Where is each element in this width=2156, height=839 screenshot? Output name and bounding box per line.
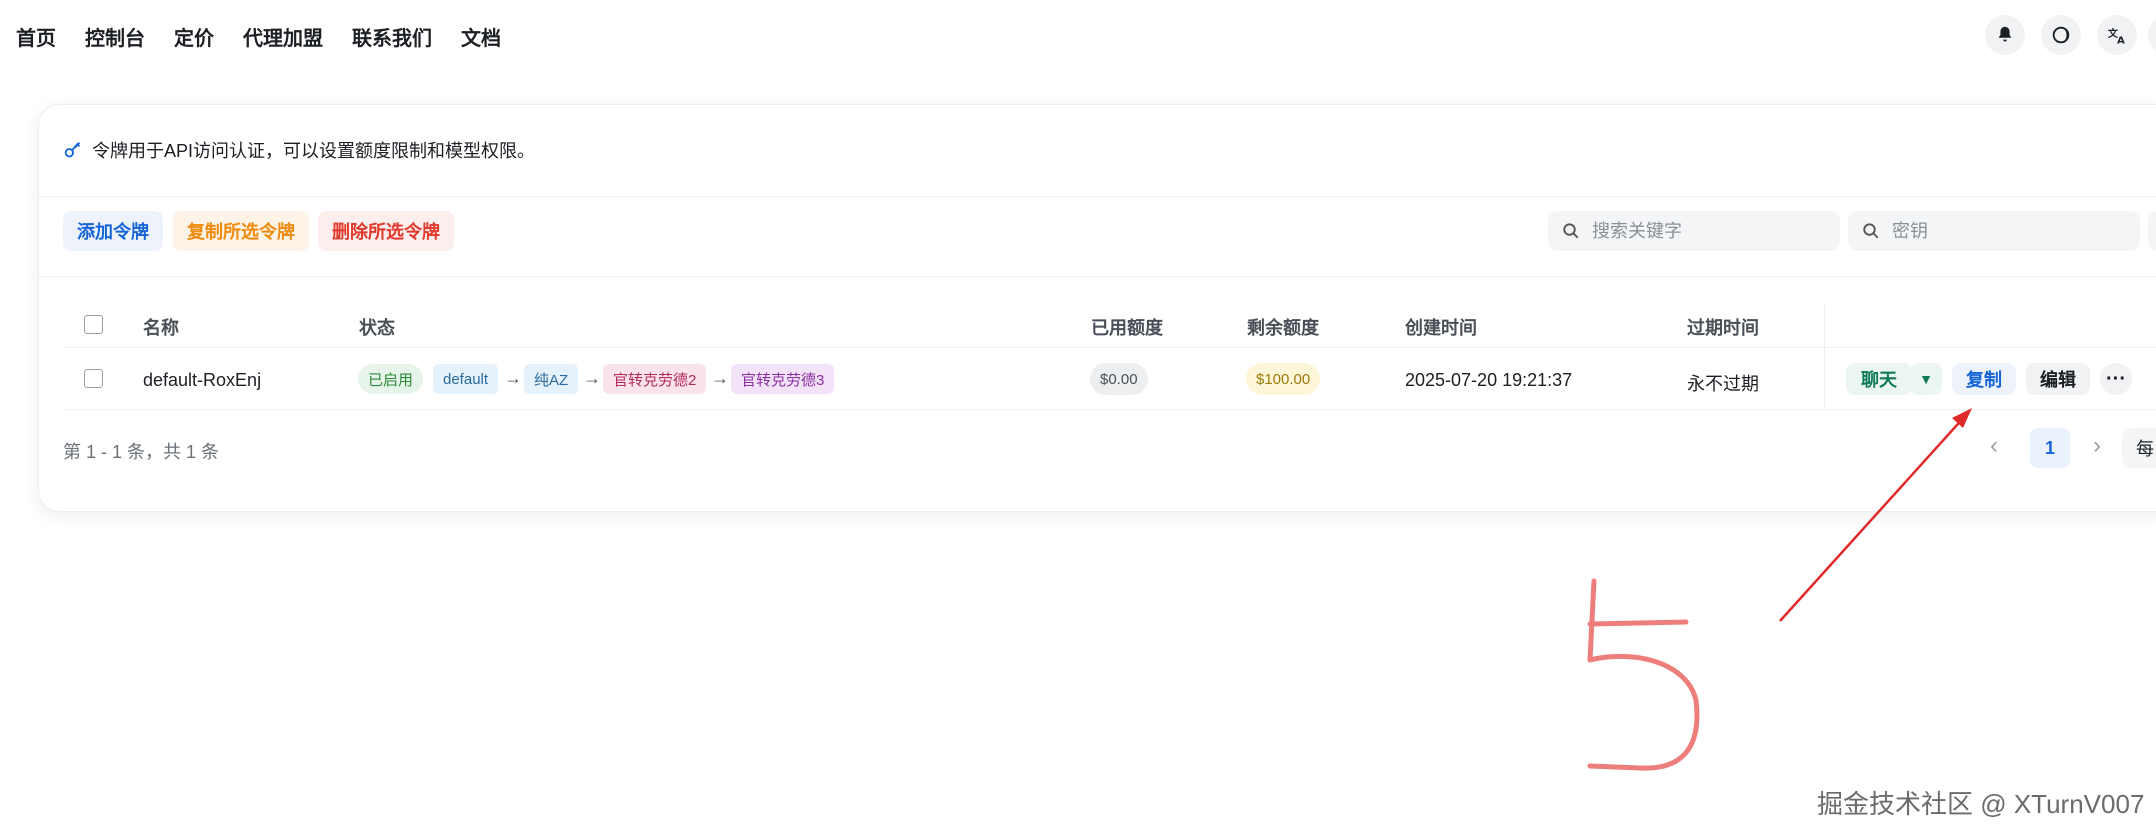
annotation-arrowhead (1952, 408, 1972, 428)
annotation-overlay (1587, 408, 1972, 771)
watermark-text: 掘金技术社区 @ XTurnV007 (1817, 789, 2145, 819)
annotation-arrow-line (1779, 414, 1967, 622)
annotation-number-five (1587, 578, 1700, 771)
